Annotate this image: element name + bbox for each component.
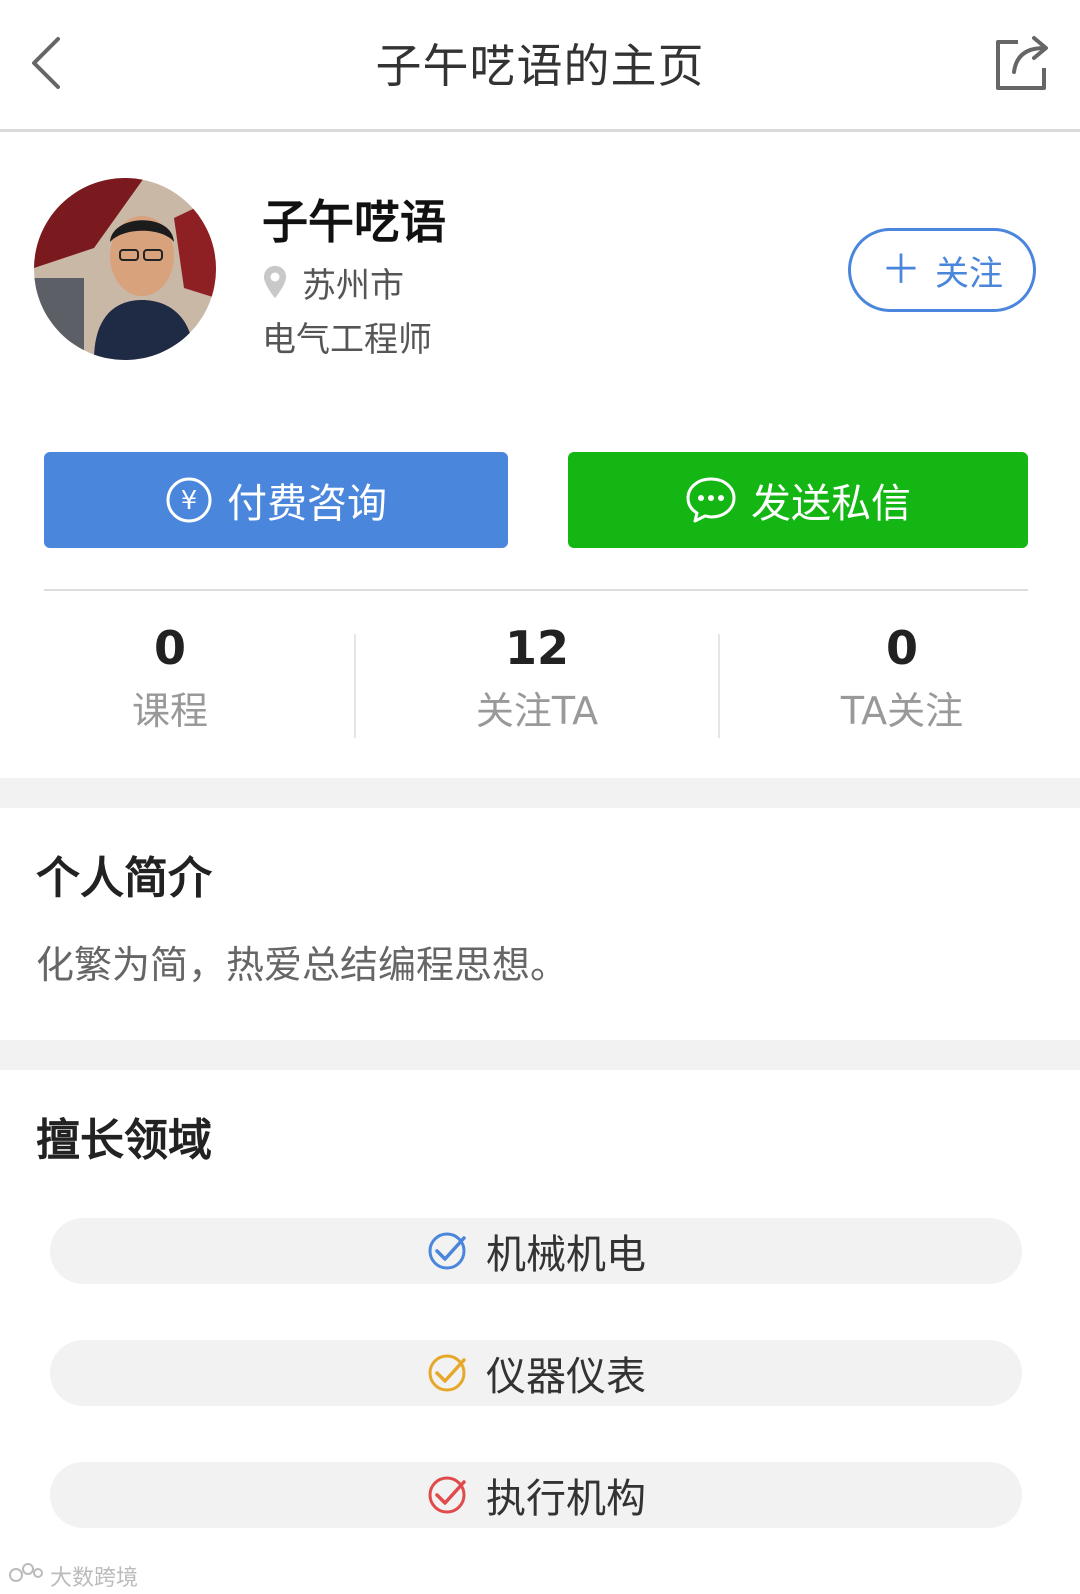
expertise-tag-label: 机械机电	[486, 1232, 646, 1278]
top-navigation-bar: 子午呓语的主页	[0, 0, 1080, 132]
check-circle-icon	[426, 1230, 468, 1272]
expertise-tag-label: 执行机构	[486, 1476, 646, 1522]
section-gap	[0, 1040, 1080, 1070]
stat-following-label: TA关注	[840, 689, 964, 733]
plus-icon: ＋	[881, 247, 921, 293]
stat-courses[interactable]: 0 课程	[20, 618, 320, 736]
expertise-tag[interactable]: 机械机电	[50, 1218, 1022, 1284]
chat-bubble-icon	[685, 476, 737, 524]
expertise-tag[interactable]: 执行机构	[50, 1462, 1022, 1528]
expertise-tag-label: 仪器仪表	[486, 1354, 646, 1400]
stat-separator	[718, 634, 720, 738]
watermark-logo-icon	[8, 1561, 44, 1591]
stat-followers[interactable]: 12 关注TA	[387, 618, 687, 736]
stat-following[interactable]: 0 TA关注	[752, 618, 1052, 736]
paid-consult-label: 付费咨询	[227, 481, 387, 527]
section-gap	[0, 778, 1080, 808]
intro-title: 个人简介	[36, 853, 212, 904]
stat-followers-label: 关注TA	[475, 689, 599, 733]
avatar[interactable]	[34, 178, 216, 360]
profile-occupation: 电气工程师	[262, 320, 432, 360]
svg-text:¥: ¥	[181, 486, 198, 516]
stat-followers-value: 12	[504, 621, 569, 675]
location-pin-icon	[264, 266, 286, 298]
send-message-button[interactable]: 发送私信	[568, 452, 1028, 548]
check-circle-icon	[426, 1352, 468, 1394]
check-circle-icon	[426, 1474, 468, 1516]
profile-name: 子午呓语	[262, 195, 446, 249]
follow-label: 关注	[935, 253, 1003, 294]
share-icon	[996, 36, 1048, 90]
stat-following-value: 0	[885, 621, 918, 675]
location-text: 苏州市	[302, 265, 404, 306]
page-title: 子午呓语的主页	[375, 39, 705, 93]
expertise-title: 擅长领域	[36, 1115, 212, 1166]
stat-courses-label: 课程	[131, 689, 208, 733]
send-message-label: 发送私信	[751, 481, 911, 527]
yuan-circle-icon: ¥	[165, 476, 213, 524]
stat-courses-value: 0	[153, 621, 186, 675]
stats-divider	[44, 589, 1028, 591]
avatar-photo	[34, 178, 216, 360]
follow-button[interactable]: ＋ 关注	[848, 228, 1036, 312]
intro-text: 化繁为简，热爱总结编程思想。	[36, 943, 569, 987]
share-button[interactable]	[986, 26, 1060, 100]
watermark: 大数跨境	[8, 1560, 138, 1592]
paid-consult-button[interactable]: ¥ 付费咨询	[44, 452, 508, 548]
stat-separator	[354, 634, 356, 738]
watermark-text: 大数跨境	[50, 1566, 139, 1591]
expertise-tag[interactable]: 仪器仪表	[50, 1340, 1022, 1406]
profile-location: 苏州市	[262, 258, 404, 306]
